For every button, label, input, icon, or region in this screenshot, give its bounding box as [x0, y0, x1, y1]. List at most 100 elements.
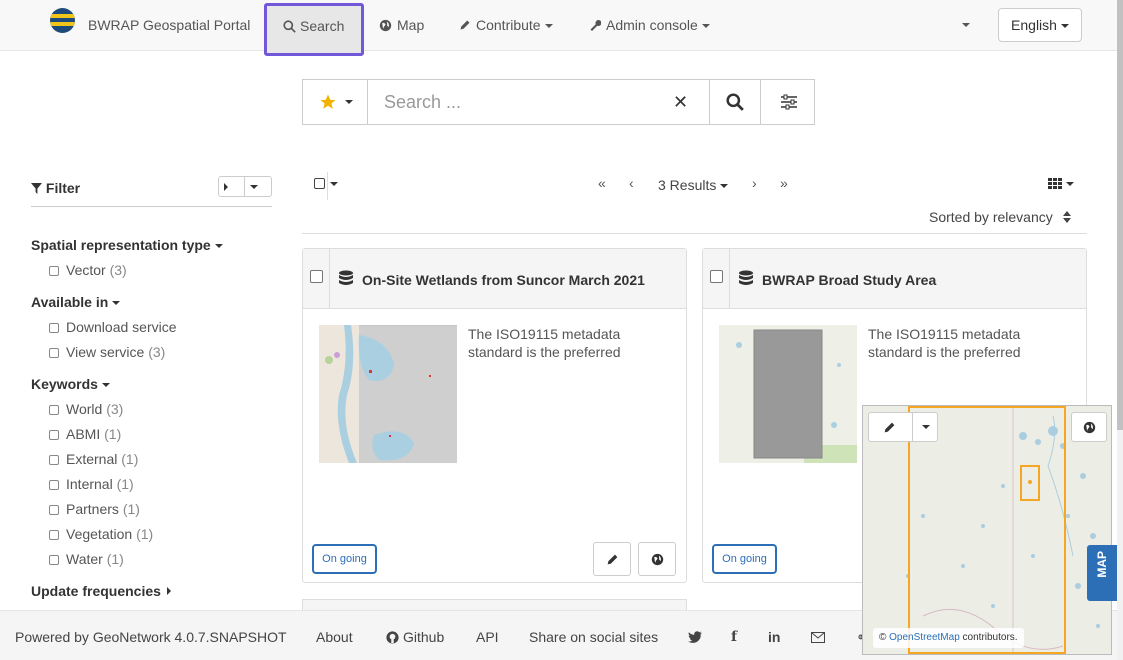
chevron-right-icon: [166, 587, 171, 595]
card-thumbnail[interactable]: [319, 325, 457, 463]
facet-item-water[interactable]: Water (1): [49, 551, 124, 567]
pencil-icon: [607, 554, 618, 565]
facebook-icon[interactable]: f: [731, 629, 737, 645]
facet-available-in[interactable]: Available in: [31, 294, 121, 310]
checkbox[interactable]: [49, 455, 59, 465]
prev-page-icon[interactable]: ‹: [629, 175, 634, 191]
card-select-checkbox[interactable]: [710, 270, 723, 283]
checkbox[interactable]: [49, 430, 59, 440]
filter-heading: Filter: [31, 180, 80, 196]
mini-map[interactable]: © OpenStreetMap contributors.: [862, 405, 1112, 655]
checkbox[interactable]: [49, 530, 59, 540]
facet-item-vector[interactable]: Vector (3): [49, 262, 127, 278]
status-badge: On going: [712, 544, 777, 574]
chevron-down-icon: [214, 244, 223, 249]
checkbox[interactable]: [314, 178, 325, 189]
mini-map-canvas[interactable]: [863, 406, 1112, 655]
search-input[interactable]: [369, 80, 669, 124]
expand-facets-icon[interactable]: [224, 183, 228, 191]
advanced-search-button[interactable]: [760, 80, 815, 124]
osm-link[interactable]: OpenStreetMap: [889, 632, 960, 643]
checkbox[interactable]: [49, 480, 59, 490]
checkbox[interactable]: [49, 348, 59, 358]
facet-item-world[interactable]: World (3): [49, 401, 123, 417]
pencil-icon: [460, 20, 470, 30]
card-thumbnail[interactable]: [719, 325, 857, 463]
checkbox[interactable]: [49, 405, 59, 415]
api-link[interactable]: API: [476, 629, 499, 645]
next-page-icon[interactable]: ›: [752, 175, 757, 191]
nav-contribute-menu[interactable]: Contribute: [459, 17, 553, 33]
email-icon[interactable]: [811, 632, 825, 643]
brand-title[interactable]: BWRAP Geospatial Portal: [88, 17, 250, 33]
facet-item-partners[interactable]: Partners (1): [49, 501, 140, 517]
card-header: On-Site Wetlands from Suncor March 2021: [303, 249, 686, 309]
chevron-down-icon: [701, 24, 710, 29]
sort-select[interactable]: Sorted by relevancy: [929, 209, 1071, 225]
map-globe-button[interactable]: [1071, 412, 1107, 442]
filter-divider: [31, 206, 272, 207]
result-card[interactable]: On-Site Wetlands from Suncor March 2021 …: [302, 248, 687, 583]
search-icon: [283, 20, 296, 33]
github-link[interactable]: Github: [386, 629, 444, 645]
map-panel-tab[interactable]: MAP: [1087, 545, 1117, 601]
pencil-icon: [884, 422, 895, 433]
chevron-down-icon[interactable]: [922, 425, 930, 429]
search-button[interactable]: [709, 80, 761, 124]
clear-search-icon[interactable]: ✕: [673, 92, 688, 113]
chevron-down-icon: [720, 184, 729, 189]
draw-extent-button[interactable]: [868, 412, 938, 442]
user-menu-caret[interactable]: [962, 23, 970, 27]
scrollbar-thumb[interactable]: [1117, 0, 1123, 430]
checkbox[interactable]: [49, 266, 59, 276]
card-abstract: The ISO19115 metadata standard is the pr…: [468, 326, 621, 360]
results-divider: [302, 233, 1087, 234]
nav-search-tab[interactable]: Search: [264, 3, 364, 56]
chevron-down-icon: [1060, 24, 1069, 29]
last-page-icon[interactable]: »: [780, 175, 788, 191]
layout-toggle[interactable]: [1048, 178, 1076, 190]
grid-icon: [1048, 178, 1062, 189]
about-link[interactable]: About: [316, 629, 353, 645]
facet-item-download-service[interactable]: Download service: [49, 319, 177, 335]
edit-button[interactable]: [593, 542, 631, 576]
language-select[interactable]: English: [998, 8, 1082, 42]
facet-item-vegetation[interactable]: Vegetation (1): [49, 526, 153, 542]
chevron-down-icon[interactable]: [250, 185, 258, 189]
map-tab-label: MAP: [1095, 551, 1109, 578]
card-title[interactable]: BWRAP Broad Study Area: [762, 272, 936, 288]
database-icon: [339, 270, 353, 285]
facet-item-external[interactable]: External (1): [49, 451, 138, 467]
chevron-down-icon: [544, 24, 553, 29]
facet-update-frequencies[interactable]: Update frequencies: [31, 583, 171, 599]
globe-icon: [379, 19, 392, 32]
card-title[interactable]: On-Site Wetlands from Suncor March 2021: [362, 272, 645, 288]
select-all-dropdown[interactable]: [314, 177, 344, 191]
checkbox[interactable]: [49, 555, 59, 565]
card-select-checkbox[interactable]: [310, 270, 323, 283]
portal-logo[interactable]: [50, 8, 75, 33]
page-scrollbar[interactable]: [1117, 0, 1123, 660]
nav-map-tab[interactable]: Map: [379, 17, 424, 33]
add-to-map-button[interactable]: [638, 542, 676, 576]
results-count-dropdown[interactable]: 3 Results: [658, 177, 729, 193]
filter-toggle-buttons[interactable]: [218, 176, 272, 197]
facet-spatial-representation[interactable]: Spatial representation type: [31, 237, 223, 253]
checkbox[interactable]: [49, 505, 59, 515]
facet-keywords[interactable]: Keywords: [31, 376, 110, 392]
first-page-icon[interactable]: «: [598, 175, 606, 191]
database-icon: [739, 270, 753, 285]
github-icon: [386, 631, 399, 644]
facet-item-view-service[interactable]: View service (3): [49, 344, 165, 360]
share-label: Share on social sites: [529, 629, 659, 645]
favorites-dropdown[interactable]: [303, 80, 368, 124]
checkbox[interactable]: [49, 323, 59, 333]
facet-item-abmi[interactable]: ABMI (1): [49, 426, 121, 442]
search-icon: [726, 93, 744, 111]
search-bar: ✕: [302, 79, 815, 125]
linkedin-icon[interactable]: in: [768, 629, 780, 645]
nav-admin-menu[interactable]: Admin console: [589, 17, 710, 33]
facet-item-internal[interactable]: Internal (1): [49, 476, 134, 492]
twitter-icon[interactable]: [688, 631, 702, 643]
globe-icon: [651, 553, 664, 566]
